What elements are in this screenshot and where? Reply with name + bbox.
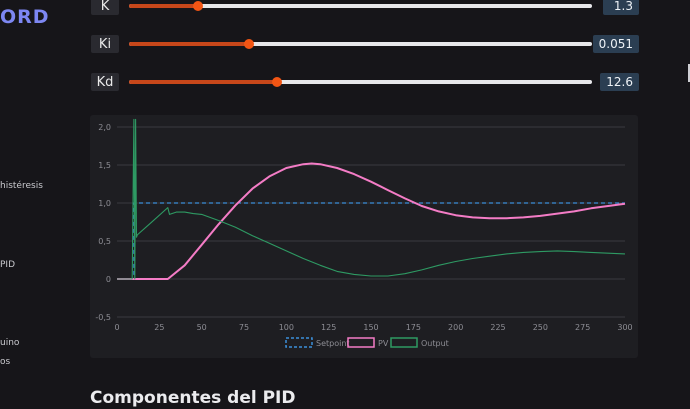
sidebar: ORD histéresis PID uino os — [0, 0, 80, 409]
x-tick-label: 150 — [363, 323, 378, 332]
slider-k[interactable] — [129, 1, 592, 11]
value-ki: 0.051 — [592, 35, 639, 53]
param-label-k: K — [91, 0, 119, 15]
sidebar-item-pid[interactable]: PID — [0, 260, 15, 270]
slider-ki[interactable] — [129, 39, 592, 49]
slider-row-kd: Kd 12.6 — [91, 73, 639, 95]
param-label-ki: Ki — [91, 35, 119, 53]
x-tick-label: 75 — [239, 323, 249, 332]
slider-kd-thumb[interactable] — [272, 77, 283, 87]
slider-row-k: K 1.3 — [91, 0, 639, 19]
series-pv-line — [117, 162, 626, 280]
x-tick-label: 300 — [617, 323, 632, 332]
value-k: 1.3 — [603, 0, 639, 15]
x-tick-label: 100 — [279, 323, 294, 332]
y-tick-label: 0,5 — [98, 237, 111, 246]
x-tick-label: 175 — [406, 323, 421, 332]
param-label-kd: Kd — [91, 73, 119, 91]
y-tick-label: 1,5 — [98, 161, 111, 170]
pid-response-chart[interactable]: 2,01,51,00,50-0,50 25 50 75 100 125 150 175 200 2… — [90, 115, 638, 358]
sidebar-item-other[interactable]: os — [0, 357, 10, 367]
legend-swatch-pv — [347, 337, 375, 348]
x-tick-label: 200 — [448, 323, 463, 332]
legend-label-setpoint: Setpoint — [316, 339, 350, 348]
pid-chart-panel: 2,0 1,5 1,0 0,5 0 -0,5 0 25 50 75 100 125 150 175 200 2… — [90, 115, 638, 358]
x-tick-label: 250 — [533, 323, 548, 332]
value-kd: 12.6 — [600, 73, 639, 91]
x-tick-label: 50 — [197, 323, 207, 332]
y-tick-label: 1,0 — [98, 199, 111, 208]
sidebar-item-histeresis[interactable]: histéresis — [0, 181, 43, 191]
legend-swatch-setpoint — [285, 337, 313, 348]
y-tick-label: -0,5 — [95, 313, 111, 322]
slider-ki-thumb[interactable] — [244, 39, 255, 49]
slider-kd[interactable] — [129, 77, 592, 87]
slider-k-fill — [129, 4, 199, 8]
slider-ki-fill — [129, 42, 250, 46]
slider-row-ki: Ki 0.051 — [91, 35, 639, 57]
x-tick-label: 275 — [575, 323, 590, 332]
legend-label-output: Output — [421, 339, 449, 348]
y-tick-label: 0 — [106, 275, 111, 284]
legend-label-pv: PV — [378, 339, 389, 348]
x-tick-label: 0 — [114, 323, 119, 332]
slider-kd-fill — [129, 80, 278, 84]
legend-swatch-output — [390, 337, 418, 348]
x-tick-label: 125 — [321, 323, 336, 332]
sidebar-item-arduino[interactable]: uino — [0, 338, 19, 348]
logo[interactable]: ORD — [0, 6, 50, 28]
section-title: Componentes del PID — [90, 388, 296, 408]
slider-k-thumb[interactable] — [193, 1, 204, 11]
y-tick-label: 2,0 — [98, 123, 111, 132]
x-tick-label: 25 — [154, 323, 164, 332]
x-tick-label: 225 — [490, 323, 505, 332]
